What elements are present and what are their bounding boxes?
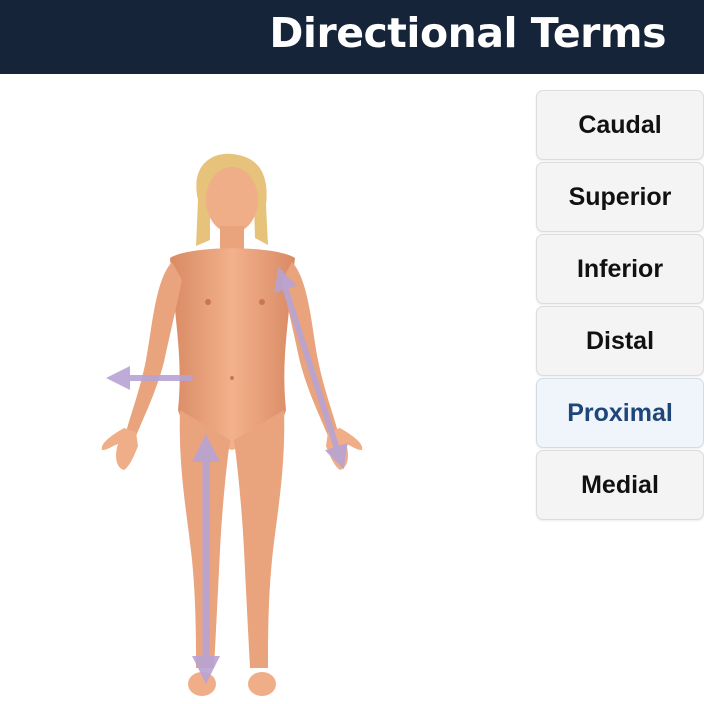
left-arm	[126, 262, 182, 436]
term-button-superior[interactable]: Superior	[536, 162, 704, 232]
term-button-medial[interactable]: Medial	[536, 450, 704, 520]
head	[206, 167, 258, 233]
neck	[220, 226, 244, 252]
right-leg	[234, 410, 285, 668]
left-hand	[101, 428, 138, 470]
title-bar: Directional Terms	[0, 0, 704, 74]
left-foot	[188, 672, 216, 696]
term-button-distal[interactable]: Distal	[536, 306, 704, 376]
directional-terms-page: Directional Terms Caudal Superior Inferi…	[0, 0, 704, 704]
navel	[230, 376, 234, 380]
anatomy-figure	[101, 153, 363, 696]
right-foot	[248, 672, 276, 696]
arm-arrow	[274, 266, 348, 470]
term-button-inferior[interactable]: Inferior	[536, 234, 704, 304]
right-arm	[282, 262, 338, 436]
term-button-caudal[interactable]: Caudal	[536, 90, 704, 160]
term-button-proximal[interactable]: Proximal	[536, 378, 704, 448]
right-breast-mark	[259, 299, 265, 305]
left-breast-mark	[205, 299, 211, 305]
page-title: Directional Terms	[269, 9, 666, 57]
term-list: Caudal Superior Inferior Distal Proximal…	[536, 90, 704, 522]
